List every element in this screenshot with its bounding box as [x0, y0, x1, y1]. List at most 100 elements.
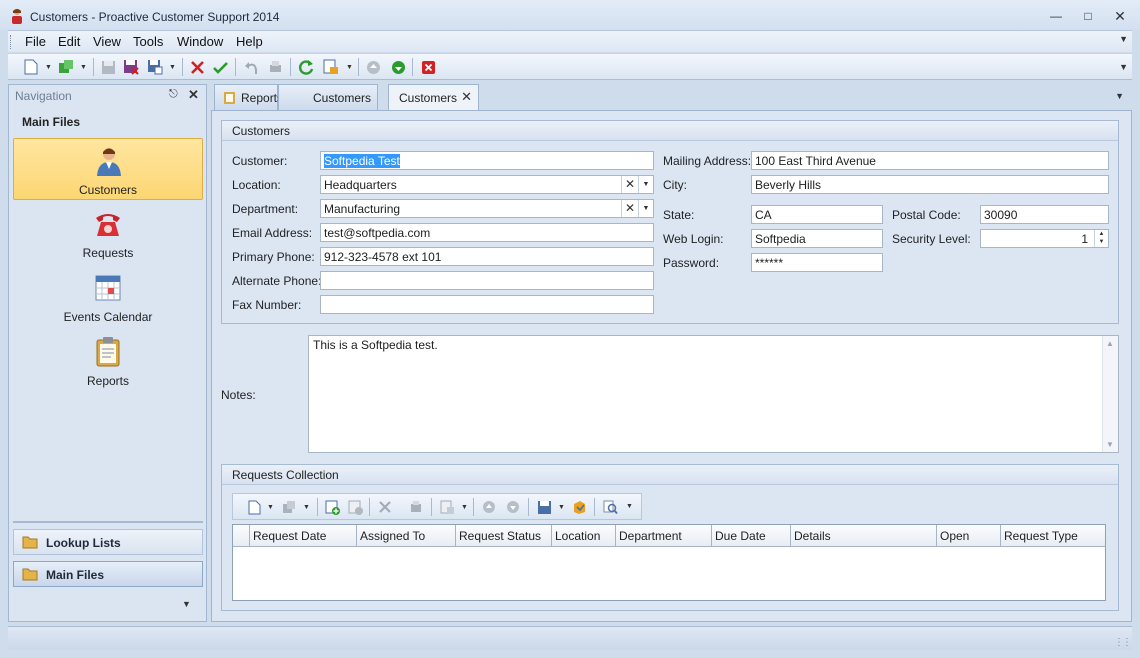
new-dropdown-icon[interactable]: ▼	[267, 504, 274, 511]
nav-item-customers[interactable]: Customers	[13, 138, 203, 200]
add-dropdown-icon[interactable]: ▼	[303, 504, 310, 511]
add-dropdown-icon[interactable]: ▼	[80, 64, 87, 71]
pin-icon[interactable]: ⎋	[169, 88, 178, 101]
menu-overflow-icon[interactable]: ▼	[1119, 34, 1128, 44]
menu-help[interactable]: Help	[236, 34, 263, 49]
save-dropdown-icon[interactable]: ▼	[169, 64, 176, 71]
web-login-input[interactable]: Softpedia	[751, 229, 883, 248]
nav-item-reports[interactable]: Reports	[13, 330, 203, 392]
password-input[interactable]: ******	[751, 253, 883, 272]
tabs-dropdown-icon[interactable]: ▼	[1115, 91, 1124, 101]
save-close-button[interactable]	[122, 58, 140, 76]
navigation-section-title: Main Files	[22, 115, 81, 129]
column-assigned-to[interactable]: Assigned To	[357, 525, 456, 547]
menu-view[interactable]: View	[93, 34, 121, 49]
location-combo[interactable]: Headquarters ✕ ▼	[320, 175, 654, 194]
requests-toolbar-overflow-icon[interactable]: ▼	[626, 503, 633, 510]
clear-icon[interactable]: ✕	[621, 200, 638, 217]
clear-icon[interactable]: ✕	[621, 176, 638, 193]
save-button[interactable]	[99, 58, 117, 76]
tab-customers-active[interactable]: Customers ✕	[388, 84, 479, 111]
refresh-button[interactable]	[297, 58, 315, 76]
export-button[interactable]	[322, 58, 340, 76]
request-move-down-button[interactable]	[504, 498, 522, 516]
column-open[interactable]: Open	[937, 525, 1001, 547]
delete-request-button[interactable]	[376, 498, 394, 516]
nav-item-events-calendar[interactable]: Events Calendar	[13, 266, 203, 328]
print-request-button[interactable]	[407, 498, 425, 516]
move-up-button[interactable]	[364, 58, 382, 76]
department-combo[interactable]: Manufacturing ✕ ▼	[320, 199, 654, 218]
column-request-date[interactable]: Request Date	[250, 525, 357, 547]
state-input[interactable]: CA	[751, 205, 883, 224]
primary-phone-input[interactable]: 912-323-4578 ext 101	[320, 247, 654, 266]
open-request-button[interactable]	[570, 498, 588, 516]
customer-icon	[97, 148, 121, 176]
save-new-button[interactable]	[146, 58, 164, 76]
unlink-request-button[interactable]	[346, 498, 364, 516]
column-location[interactable]: Location	[552, 525, 616, 547]
export-dropdown-icon[interactable]: ▼	[346, 64, 353, 71]
add-request-button[interactable]	[280, 498, 298, 516]
nav-button-main-files[interactable]: Main Files	[13, 561, 203, 587]
minimize-button[interactable]: —	[1047, 8, 1065, 24]
email-input[interactable]: test@softpedia.com	[320, 223, 654, 242]
undo-button[interactable]	[242, 58, 260, 76]
column-request-status[interactable]: Request Status	[456, 525, 552, 547]
close-window-button[interactable]: ✕	[1111, 8, 1129, 24]
link-request-button[interactable]	[323, 498, 341, 516]
security-level-label: Security Level:	[892, 232, 971, 246]
new-dropdown-icon[interactable]: ▼	[45, 64, 52, 71]
resize-grip-icon[interactable]: ⋮⋮	[1114, 637, 1132, 648]
export-request-button[interactable]	[438, 498, 456, 516]
toolbar-overflow-icon[interactable]: ▼	[1119, 62, 1128, 72]
notes-scrollbar[interactable]: ▲ ▼	[1102, 336, 1118, 452]
accept-button[interactable]	[211, 58, 229, 76]
requests-grid[interactable]: Request Date Assigned To Request Status …	[232, 524, 1106, 601]
menu-window[interactable]: Window	[177, 34, 223, 49]
chevron-down-icon[interactable]: ▼	[638, 200, 653, 217]
scroll-down-icon[interactable]: ▼	[1106, 440, 1114, 449]
alternate-phone-input[interactable]	[320, 271, 654, 290]
column-due-date[interactable]: Due Date	[712, 525, 791, 547]
spinner-arrows-icon[interactable]: ▲ ▼	[1094, 230, 1108, 247]
nav-item-requests[interactable]: Requests	[13, 202, 203, 264]
security-level-spinner[interactable]: 1 ▲ ▼	[980, 229, 1109, 248]
delete-button[interactable]	[188, 58, 206, 76]
mailing-address-input[interactable]: 100 East Third Avenue	[751, 151, 1109, 170]
column-department[interactable]: Department	[616, 525, 712, 547]
nav-configure-icon[interactable]: ▼	[182, 599, 191, 609]
column-details[interactable]: Details	[791, 525, 937, 547]
export-dropdown-icon[interactable]: ▼	[461, 504, 468, 511]
scroll-up-icon[interactable]: ▲	[1106, 339, 1114, 348]
menu-grip[interactable]	[10, 35, 13, 49]
maximize-button[interactable]: □	[1079, 8, 1097, 24]
notes-textarea[interactable]: This is a Softpedia test. ▲ ▼	[308, 335, 1119, 453]
postal-code-input[interactable]: 30090	[980, 205, 1109, 224]
menu-edit[interactable]: Edit	[58, 34, 80, 49]
tab-reports[interactable]: Reports	[214, 84, 283, 110]
save-dropdown-icon[interactable]: ▼	[558, 504, 565, 511]
nav-pane-splitter[interactable]	[13, 521, 203, 525]
close-pane-icon[interactable]: ✕	[188, 87, 199, 103]
menu-file[interactable]: File	[25, 34, 46, 49]
column-request-type[interactable]: Request Type	[1001, 525, 1105, 547]
menu-tools[interactable]: Tools	[133, 34, 163, 49]
city-input[interactable]: Beverly Hills	[751, 175, 1109, 194]
new-button[interactable]	[22, 58, 40, 76]
print-button[interactable]	[266, 58, 284, 76]
request-move-up-button[interactable]	[480, 498, 498, 516]
close-tab-icon[interactable]: ✕	[461, 89, 472, 105]
tab-customers[interactable]: Customers	[278, 84, 378, 110]
nav-button-lookup-lists[interactable]: Lookup Lists	[13, 529, 203, 555]
find-request-button[interactable]	[601, 498, 619, 516]
chevron-down-icon[interactable]: ▼	[638, 176, 653, 193]
add-button[interactable]	[57, 58, 75, 76]
city-label: City:	[663, 178, 687, 192]
close-form-button[interactable]	[419, 58, 437, 76]
move-down-button[interactable]	[389, 58, 407, 76]
save-request-button[interactable]	[535, 498, 553, 516]
fax-input[interactable]	[320, 295, 654, 314]
new-request-button[interactable]	[245, 498, 263, 516]
customer-input[interactable]: Softpedia Test	[320, 151, 654, 170]
